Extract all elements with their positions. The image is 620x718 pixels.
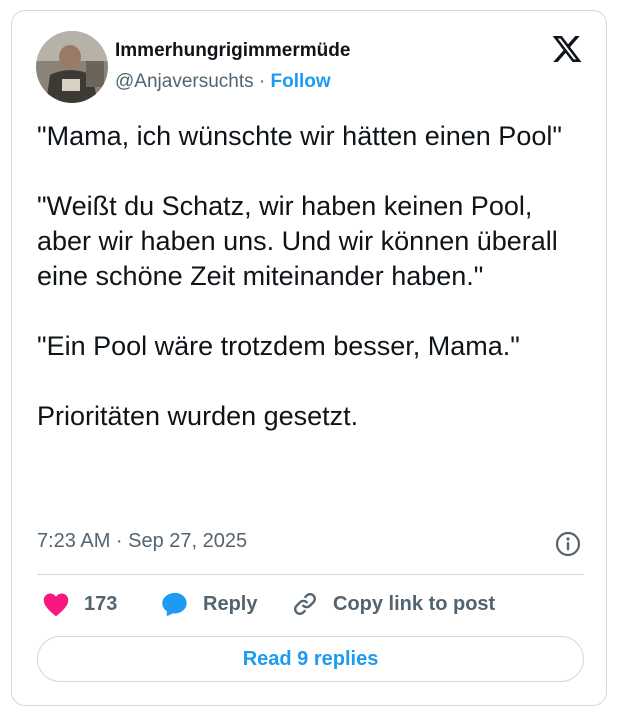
reply-bubble-icon (162, 592, 187, 617)
reply-label: Reply (203, 592, 258, 615)
copy-link-label: Copy link to post (333, 592, 496, 615)
link-icon (294, 593, 316, 615)
like-count: 173 (84, 592, 118, 615)
read-replies-button[interactable]: Read 9 replies (37, 636, 584, 682)
heart-icon (43, 593, 69, 617)
avatar[interactable] (36, 31, 108, 103)
tweet-paragraph: Prioritäten wurden gesetzt. (37, 401, 359, 431)
author-meta: @Anjaversuchts · Follow (115, 71, 331, 93)
tweet-card: Immerhungrigimmermüde @Anjaversuchts · F… (11, 10, 607, 706)
tweet-paragraph: "Ein Pool wäre trotzdem besser, Mama." (37, 331, 520, 361)
x-logo-icon[interactable] (551, 33, 583, 65)
handle[interactable]: @Anjaversuchts (115, 71, 254, 92)
follow-button[interactable]: Follow (271, 71, 331, 92)
reply-button[interactable]: Reply (161, 589, 257, 619)
separator-dot: · (258, 71, 266, 92)
divider (37, 574, 584, 575)
tweet-paragraph: "Weißt du Schatz, wir haben keinen Pool,… (37, 191, 558, 291)
copy-link-button[interactable]: Copy link to post (291, 589, 495, 619)
tweet-paragraph: "Mama, ich wünschte wir hätten einen Poo… (37, 121, 562, 151)
info-icon[interactable] (554, 530, 582, 558)
display-name[interactable]: Immerhungrigimmermüde (115, 40, 350, 62)
tweet-text: "Mama, ich wünschte wir hätten einen Poo… (37, 119, 587, 434)
like-button[interactable]: 173 (42, 589, 117, 619)
timestamp[interactable]: 7:23 AM · Sep 27, 2025 (37, 530, 247, 553)
